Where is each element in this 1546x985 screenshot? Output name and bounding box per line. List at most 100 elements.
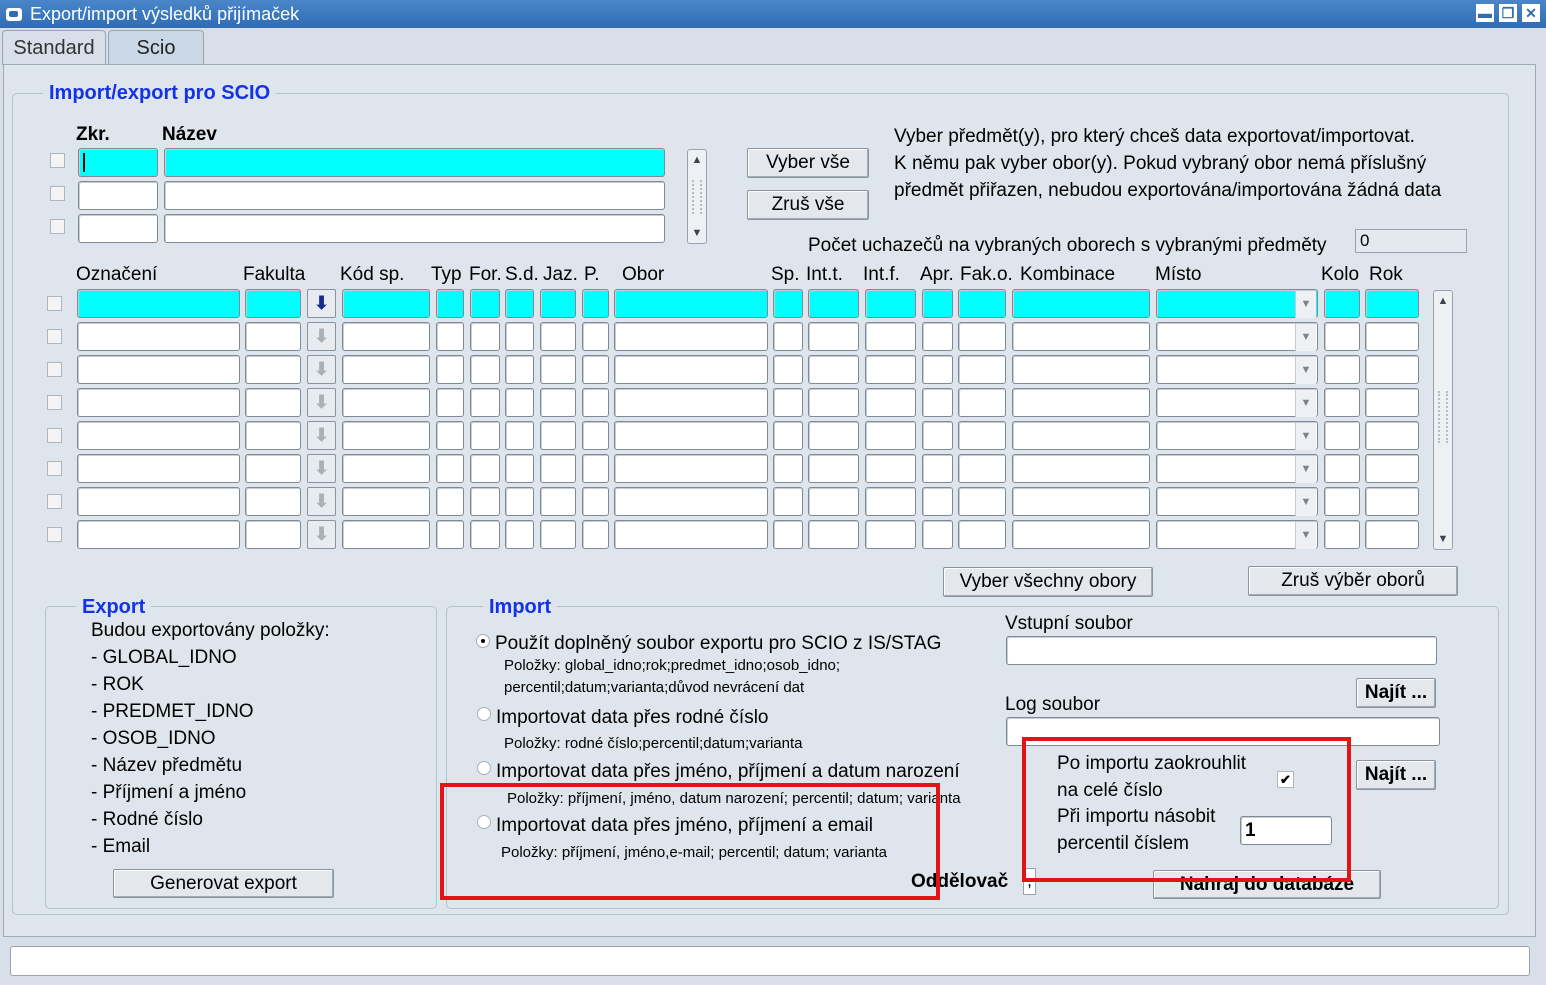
- select-all-fields-button[interactable]: Vyber všechny obory: [943, 567, 1153, 597]
- download-icon[interactable]: ⬇: [307, 454, 336, 483]
- apr-field[interactable]: [922, 322, 953, 351]
- typ-field[interactable]: [436, 388, 464, 417]
- kolo-field[interactable]: [1324, 454, 1360, 483]
- misto-select[interactable]: ▼: [1156, 520, 1318, 549]
- p-field[interactable]: [582, 454, 609, 483]
- jaz-field[interactable]: [540, 454, 576, 483]
- input-file-field[interactable]: [1006, 636, 1437, 665]
- misto-select[interactable]: ▼: [1156, 454, 1318, 483]
- fakulta-field[interactable]: [245, 487, 301, 516]
- int-f-field[interactable]: [865, 388, 916, 417]
- clear-fields-button[interactable]: Zruš výběr oborů: [1248, 566, 1458, 596]
- sp-field[interactable]: [773, 289, 803, 318]
- oznaceni-field[interactable]: [77, 487, 240, 516]
- generate-export-button[interactable]: Generovat export: [113, 869, 334, 898]
- obor-field[interactable]: [614, 289, 768, 318]
- field-row-checkbox[interactable]: [47, 395, 62, 410]
- int-f-field[interactable]: [865, 454, 916, 483]
- typ-field[interactable]: [436, 421, 464, 450]
- kombinace-field[interactable]: [1012, 421, 1150, 450]
- kolo-field[interactable]: [1324, 487, 1360, 516]
- sd-field[interactable]: [505, 487, 534, 516]
- rok-field[interactable]: [1365, 454, 1419, 483]
- kolo-field[interactable]: [1324, 355, 1360, 384]
- download-icon[interactable]: ⬇: [307, 421, 336, 450]
- for-field[interactable]: [470, 322, 500, 351]
- kod-sp-field[interactable]: [342, 289, 430, 318]
- subjects-scrollbar[interactable]: ▲ ▼: [687, 149, 707, 244]
- sp-field[interactable]: [773, 421, 803, 450]
- fak-o-field[interactable]: [958, 322, 1006, 351]
- apr-field[interactable]: [922, 355, 953, 384]
- misto-select[interactable]: ▼: [1156, 322, 1318, 351]
- fakulta-field[interactable]: [245, 421, 301, 450]
- download-icon[interactable]: ⬇: [307, 355, 336, 384]
- kod-sp-field[interactable]: [342, 388, 430, 417]
- scroll-grip[interactable]: [692, 180, 702, 214]
- chevron-down-icon[interactable]: ▼: [1295, 390, 1316, 417]
- chevron-down-icon[interactable]: ▼: [1295, 291, 1316, 318]
- fak-o-field[interactable]: [958, 289, 1006, 318]
- fak-o-field[interactable]: [958, 355, 1006, 384]
- typ-field[interactable]: [436, 355, 464, 384]
- oznaceni-field[interactable]: [77, 322, 240, 351]
- restore-icon[interactable]: ❐: [1499, 4, 1517, 22]
- rok-field[interactable]: [1365, 355, 1419, 384]
- int-t-field[interactable]: [808, 454, 859, 483]
- misto-select[interactable]: ▼: [1156, 388, 1318, 417]
- sd-field[interactable]: [505, 322, 534, 351]
- sd-field[interactable]: [505, 355, 534, 384]
- sd-field[interactable]: [505, 421, 534, 450]
- find-input-file-button[interactable]: Najít ...: [1356, 678, 1436, 708]
- sp-field[interactable]: [773, 355, 803, 384]
- import-option-label[interactable]: Použít doplněný soubor exportu pro SCIO …: [495, 633, 941, 655]
- chevron-down-icon[interactable]: ▼: [1295, 423, 1316, 450]
- fak-o-field[interactable]: [958, 520, 1006, 549]
- chevron-down-icon[interactable]: ▼: [1295, 522, 1316, 549]
- jaz-field[interactable]: [540, 520, 576, 549]
- kod-sp-field[interactable]: [342, 454, 430, 483]
- misto-select[interactable]: ▼: [1156, 355, 1318, 384]
- subject-code-field[interactable]: [78, 181, 158, 210]
- oznaceni-field[interactable]: [77, 454, 240, 483]
- obor-field[interactable]: [614, 322, 768, 351]
- field-row-checkbox[interactable]: [47, 296, 62, 311]
- oznaceni-field[interactable]: [77, 388, 240, 417]
- scroll-up-icon[interactable]: ▲: [1434, 291, 1452, 311]
- fakulta-field[interactable]: [245, 289, 301, 318]
- subject-code-field[interactable]: [78, 148, 158, 177]
- jaz-field[interactable]: [540, 487, 576, 516]
- for-field[interactable]: [470, 388, 500, 417]
- scroll-down-icon[interactable]: ▼: [688, 223, 706, 243]
- for-field[interactable]: [470, 487, 500, 516]
- p-field[interactable]: [582, 388, 609, 417]
- rok-field[interactable]: [1365, 487, 1419, 516]
- int-t-field[interactable]: [808, 322, 859, 351]
- typ-field[interactable]: [436, 487, 464, 516]
- typ-field[interactable]: [436, 289, 464, 318]
- import-option-radio[interactable]: [477, 707, 491, 721]
- obor-field[interactable]: [614, 421, 768, 450]
- apr-field[interactable]: [922, 421, 953, 450]
- for-field[interactable]: [470, 289, 500, 318]
- field-row-checkbox[interactable]: [47, 428, 62, 443]
- obor-field[interactable]: [614, 388, 768, 417]
- int-t-field[interactable]: [808, 421, 859, 450]
- p-field[interactable]: [582, 289, 609, 318]
- apr-field[interactable]: [922, 454, 953, 483]
- fakulta-field[interactable]: [245, 355, 301, 384]
- int-t-field[interactable]: [808, 289, 859, 318]
- kolo-field[interactable]: [1324, 388, 1360, 417]
- subject-row-checkbox[interactable]: [50, 186, 65, 201]
- subject-row-checkbox[interactable]: [50, 153, 65, 168]
- subject-code-field[interactable]: [78, 214, 158, 243]
- obor-field[interactable]: [614, 520, 768, 549]
- kombinace-field[interactable]: [1012, 322, 1150, 351]
- kombinace-field[interactable]: [1012, 355, 1150, 384]
- rok-field[interactable]: [1365, 421, 1419, 450]
- kolo-field[interactable]: [1324, 520, 1360, 549]
- apr-field[interactable]: [922, 289, 953, 318]
- rok-field[interactable]: [1365, 322, 1419, 351]
- kolo-field[interactable]: [1324, 322, 1360, 351]
- fakulta-field[interactable]: [245, 520, 301, 549]
